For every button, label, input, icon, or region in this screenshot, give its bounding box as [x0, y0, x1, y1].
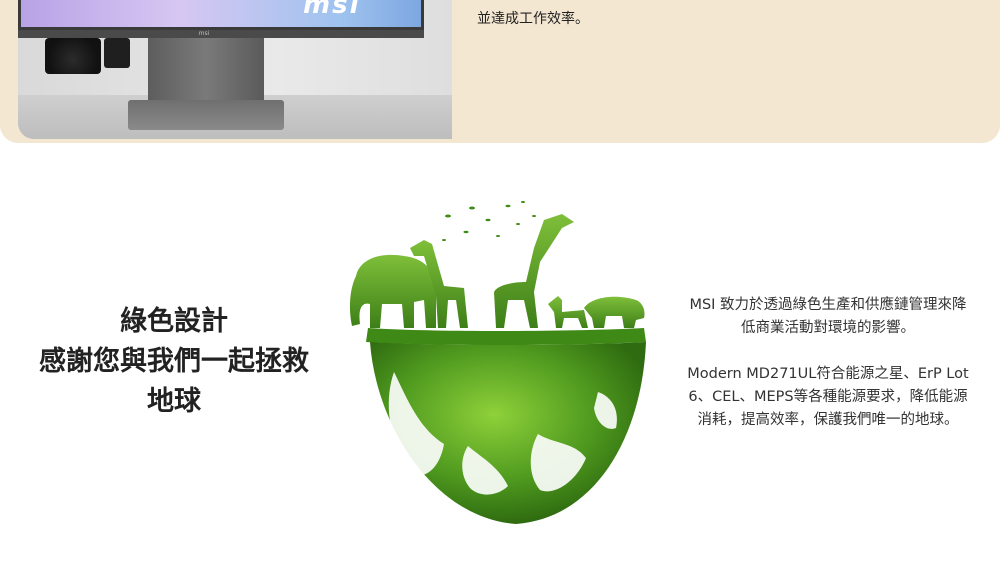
monitor-stand: [148, 38, 264, 100]
top-caption: 並達成工作效率。: [477, 11, 589, 27]
flying-leaves: [442, 201, 536, 241]
monitor-screen: msi: [18, 0, 424, 30]
animal-silhouettes: [349, 214, 645, 328]
title-line-3: 地球: [147, 386, 201, 417]
title-line-2: 感謝您與我們一起拯救: [39, 346, 309, 377]
grass-strip: [366, 328, 646, 345]
monitor-base: [128, 100, 284, 130]
camera-image: [104, 38, 130, 68]
monitor-photo: msi msi: [18, 0, 452, 139]
para2-line-2: 6、CEL、MEPS等各種能源要求，降低能源: [688, 389, 968, 405]
green-globe-illustration: [348, 196, 658, 530]
para2-line-3: 消耗，提高效率，保護我們唯一的地球。: [697, 412, 959, 428]
para1-line-2: 低商業活動對環境的影響。: [741, 320, 915, 336]
para1-line-1: MSI 致力於透過綠色生產和供應鏈管理來降: [689, 297, 967, 313]
green-design-title: 綠色設計 感謝您與我們一起拯救 地球: [0, 302, 348, 422]
top-band: msi msi 並達成工作效率。: [0, 0, 1000, 143]
green-design-description: MSI 致力於透過綠色生產和供應鏈管理來降 低商業活動對環境的影響。 Moder…: [668, 294, 988, 432]
bezel-logo: msi: [198, 30, 210, 37]
screen-logo: msi: [303, 0, 361, 20]
globe-illustration-svg: [349, 201, 646, 524]
title-line-1: 綠色設計: [120, 306, 228, 337]
para2-line-1: Modern MD271UL符合能源之星、ErP Lot: [687, 366, 969, 382]
camera-lens-image: [45, 38, 101, 74]
